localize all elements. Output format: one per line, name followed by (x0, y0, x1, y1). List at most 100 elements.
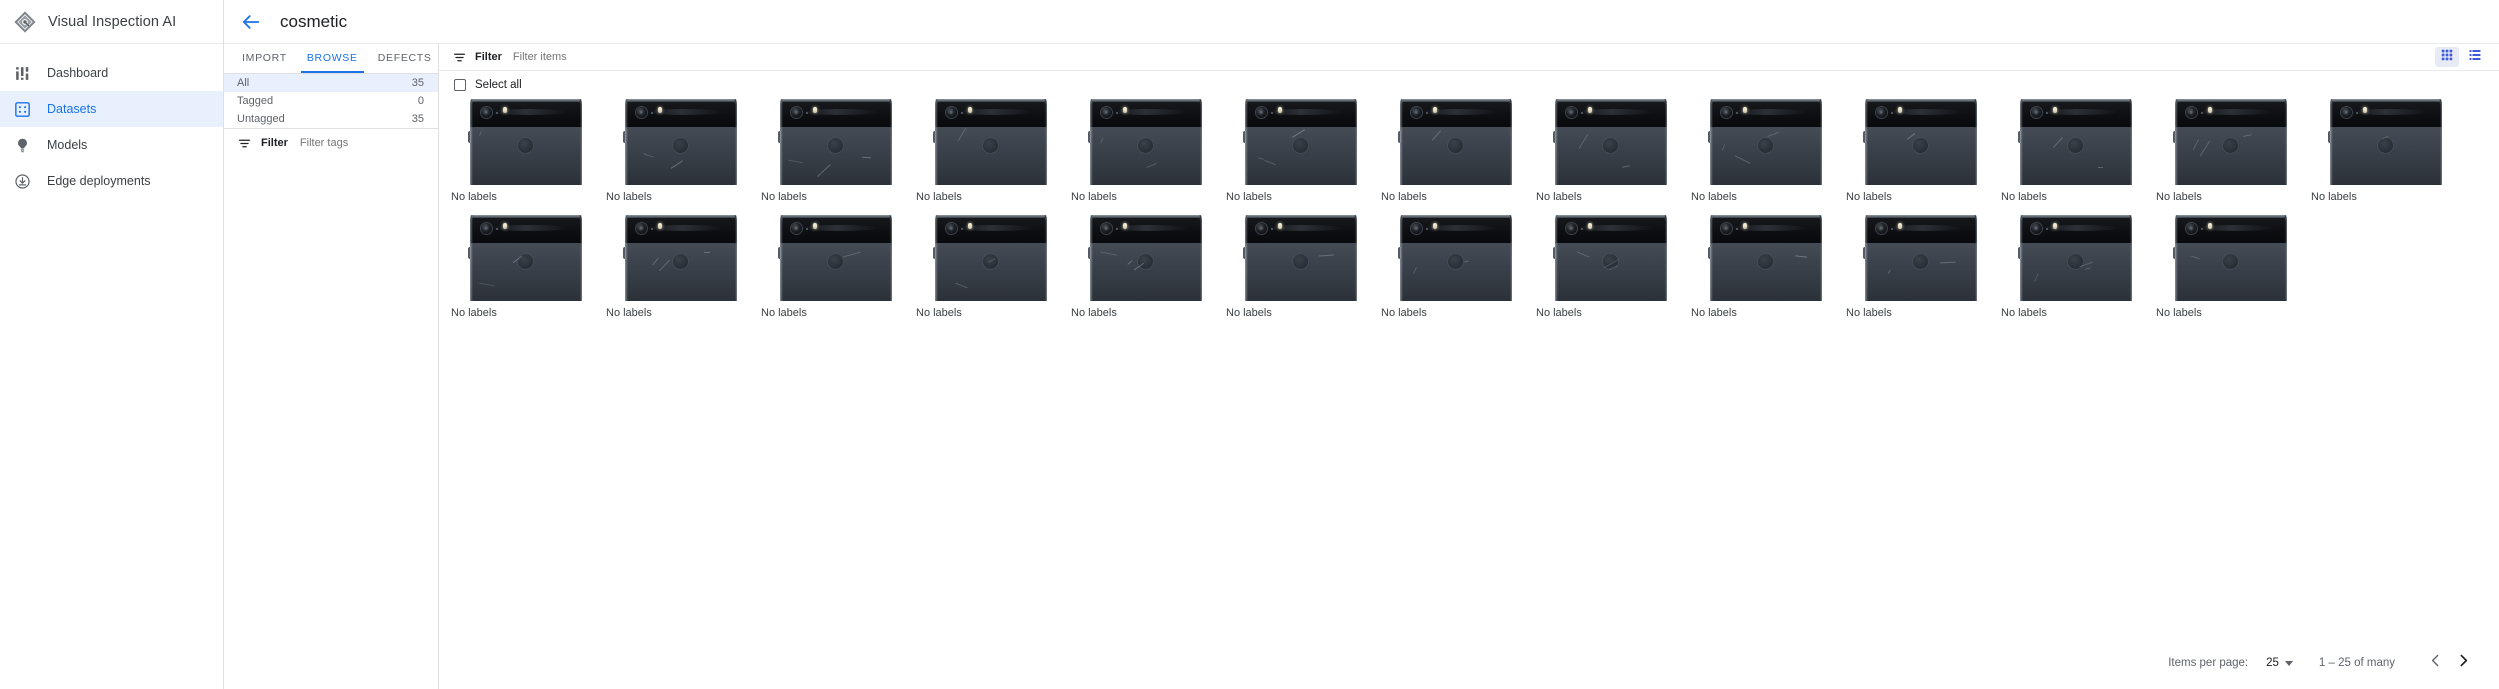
dataset-image-thumbnail[interactable] (1071, 215, 1221, 301)
phone-top-edge (2177, 99, 2285, 102)
dataset-image-thumbnail[interactable] (451, 215, 601, 301)
next-page-button[interactable] (2449, 649, 2477, 677)
grid-cell: No labels (916, 215, 1071, 319)
image-label: No labels (2001, 307, 2047, 319)
tab-defects[interactable]: DEFECTS (368, 43, 442, 73)
dataset-image-thumbnail[interactable] (2156, 215, 2306, 301)
camera-lens-icon (946, 107, 957, 118)
dataset-image-thumbnail[interactable] (1691, 215, 1841, 301)
phone-lower-panel (781, 127, 891, 185)
camera-flash (1123, 107, 1127, 113)
camera-flash (1433, 223, 1437, 229)
sidebar-item-label: Edge deployments (47, 174, 151, 188)
tag-filter-input[interactable] (297, 136, 418, 150)
phone-lower-panel (936, 243, 1046, 301)
sidebar-item-edge-deployments[interactable]: Edge deployments (0, 163, 223, 199)
camera-lens-icon (1566, 223, 1577, 234)
camera-lens-icon (1256, 107, 1267, 118)
image-label: No labels (2001, 191, 2047, 203)
items-per-page-select[interactable]: 25 (2266, 657, 2293, 669)
dataset-image-thumbnail[interactable] (761, 215, 911, 301)
phone-left-edge (1865, 215, 1868, 301)
filter-icon[interactable] (453, 51, 466, 64)
phone-back-image (1088, 215, 1202, 301)
dataset-image-thumbnail[interactable] (451, 99, 601, 185)
phone-lower-panel (2176, 243, 2286, 301)
dataset-image-thumbnail[interactable] (2001, 99, 2151, 185)
phone-top-edge (1867, 99, 1975, 102)
phone-right-edge (2129, 99, 2132, 185)
dataset-image-thumbnail[interactable] (1071, 99, 1221, 185)
phone-lower-panel (1556, 243, 1666, 301)
grid-view-button[interactable] (2435, 47, 2459, 67)
dataset-image-thumbnail[interactable] (1691, 99, 1841, 185)
camera-lens-icon (1876, 223, 1887, 234)
phone-left-edge (1710, 99, 1713, 185)
dataset-image-thumbnail[interactable] (606, 215, 756, 301)
phone-top-edge (2177, 215, 2285, 218)
dataset-image-thumbnail[interactable] (916, 99, 1066, 185)
filter-row-label: All (237, 77, 250, 89)
dataset-image-thumbnail[interactable] (2001, 215, 2151, 301)
checkbox-unchecked-icon[interactable] (454, 79, 466, 91)
dataset-image-thumbnail[interactable] (1381, 215, 1531, 301)
dataset-image-thumbnail[interactable] (1536, 215, 1686, 301)
image-grid-row-2: No labels No labels No labels No labels No l… (451, 215, 2499, 319)
dataset-image-thumbnail[interactable] (606, 99, 756, 185)
camera-lens-icon (1256, 223, 1267, 234)
list-view-button[interactable] (2463, 47, 2487, 67)
phone-left-edge (1245, 215, 1248, 301)
dataset-image-thumbnail[interactable] (1226, 215, 1376, 301)
dataset-image-thumbnail[interactable] (2311, 99, 2461, 185)
phone-left-edge (2330, 99, 2333, 185)
image-label: No labels (1226, 307, 1272, 319)
phone-lower-panel (936, 127, 1046, 185)
items-toolbar: Filter (439, 44, 2499, 71)
sidebar-item-dashboard[interactable]: Dashboard (0, 55, 223, 91)
phone-right-edge (1974, 215, 1977, 301)
items-filter-input[interactable] (510, 50, 2426, 64)
grid-cell: No labels (451, 215, 606, 319)
dataset-image-thumbnail[interactable] (761, 99, 911, 185)
lightbulb-icon (14, 137, 31, 154)
camera-lens-icon (946, 223, 957, 234)
grid-cell: No labels (1846, 215, 2001, 319)
filter-row-untagged[interactable]: Untagged 35 (224, 110, 438, 128)
phone-lower-panel (2021, 243, 2131, 301)
dataset-image-thumbnail[interactable] (1381, 99, 1531, 185)
phone-lower-panel (471, 127, 581, 185)
dataset-image-thumbnail[interactable] (1846, 215, 1996, 301)
grid-cell: No labels (2001, 215, 2156, 319)
camera-flash (1588, 223, 1592, 229)
previous-page-button[interactable] (2421, 649, 2449, 677)
phone-top-edge (1247, 99, 1355, 102)
phone-back-image (933, 215, 1047, 301)
dataset-image-thumbnail[interactable] (1536, 99, 1686, 185)
phone-lower-panel (1866, 243, 1976, 301)
dataset-image-thumbnail[interactable] (916, 215, 1066, 301)
filter-icon[interactable] (238, 137, 251, 150)
dataset-image-thumbnail[interactable] (2156, 99, 2306, 185)
dataset-image-thumbnail[interactable] (1846, 99, 1996, 185)
phone-back-image (1243, 215, 1357, 301)
sidebar-item-datasets[interactable]: Datasets (0, 91, 223, 127)
tag-filter-bar: Filter (224, 129, 438, 157)
sidebar-item-models[interactable]: Models (0, 127, 223, 163)
phone-lower-panel (1401, 127, 1511, 185)
sidebar-item-label: Datasets (47, 102, 97, 116)
phone-top-edge (1557, 215, 1665, 218)
dataset-image-thumbnail[interactable] (1226, 99, 1376, 185)
phone-left-edge (1090, 99, 1093, 185)
phone-back-image (778, 215, 892, 301)
camera-flash (1743, 107, 1747, 113)
tab-browse[interactable]: BROWSE (297, 43, 368, 73)
grid-cell: No labels (1381, 215, 1536, 319)
chevron-right-icon (2455, 652, 2472, 674)
filter-row-all[interactable]: All 35 (224, 74, 438, 92)
arrow-back-icon[interactable] (240, 11, 262, 33)
phone-back-image (1398, 215, 1512, 301)
tab-import[interactable]: IMPORT (232, 43, 297, 73)
fingerprint-sensor (1292, 137, 1309, 154)
fingerprint-sensor (2377, 137, 2394, 154)
filter-row-tagged[interactable]: Tagged 0 (224, 92, 438, 110)
